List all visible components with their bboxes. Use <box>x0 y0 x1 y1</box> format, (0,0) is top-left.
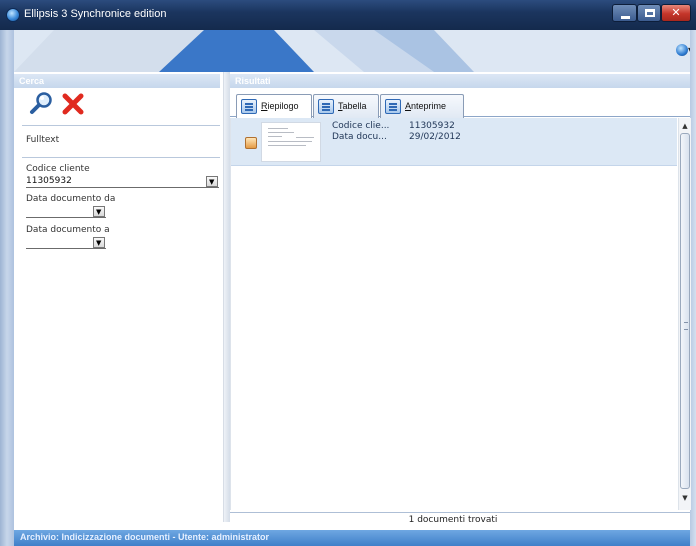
separator <box>22 125 220 126</box>
field-key: Codice clie... <box>332 121 390 131</box>
title-bar[interactable]: Ellipsis 3 Synchronice edition ✕ <box>0 0 696 30</box>
document-type-icon <box>245 137 257 149</box>
user-menu-button[interactable]: ▾ <box>676 43 690 59</box>
minimize-button[interactable] <box>612 4 637 22</box>
results-list[interactable]: Codice clie... 11305932 Data docu... 29/… <box>230 118 691 510</box>
chevron-down-icon: ▼ <box>96 208 102 216</box>
tab-tabella[interactable]: Tabella <box>313 94 379 118</box>
document-thumbnail[interactable] <box>261 122 321 162</box>
field-value: 11305932 <box>409 121 455 131</box>
data-a-picker[interactable]: ▼ <box>26 237 106 249</box>
results-panel: Risultati Riepilogo Tabella Anteprime Co… <box>230 72 691 526</box>
data-a-dropdown-button[interactable]: ▼ <box>93 237 105 248</box>
data-da-dropdown-button[interactable]: ▼ <box>93 206 105 217</box>
preview-icon <box>385 99 401 114</box>
chevron-down-icon: ▼ <box>96 239 102 247</box>
codice-cliente-value: 11305932 <box>26 176 72 186</box>
results-count: 1 documenti trovati <box>408 515 498 525</box>
chevron-down-icon: ▼ <box>209 178 215 186</box>
window-title: Ellipsis 3 Synchronice edition <box>24 8 167 20</box>
summary-icon <box>241 99 257 114</box>
app-status-bar: Archivio: Indicizzazione documenti - Ute… <box>14 530 690 546</box>
app-window: Ellipsis 3 Synchronice edition ✕ ▾ Cerca <box>0 0 696 546</box>
header-banner: ▾ <box>14 30 690 72</box>
magnifier-icon <box>30 92 52 114</box>
list-item[interactable]: Codice clie... 11305932 Data docu... 29/… <box>231 118 677 166</box>
clear-button[interactable] <box>61 92 85 116</box>
fulltext-label: Fulltext <box>26 135 60 145</box>
scroll-thumb[interactable] <box>680 133 690 489</box>
codice-cliente-combo[interactable]: 11305932 ▼ <box>26 176 219 188</box>
window-frame-left <box>0 30 14 546</box>
results-panel-header: Risultati <box>230 74 690 88</box>
red-x-icon <box>62 93 84 115</box>
tab-anteprime[interactable]: Anteprime <box>380 94 464 118</box>
data-da-label: Data documento da <box>26 194 116 204</box>
tab-riepilogo[interactable]: Riepilogo <box>236 94 312 119</box>
tab-label: Riepilogo <box>261 101 299 111</box>
app-status-text: Archivio: Indicizzazione documenti - Ute… <box>20 532 270 542</box>
field-key: Data docu... <box>332 132 387 142</box>
tab-label: Tabella <box>338 101 367 111</box>
data-a-label: Data documento a <box>26 225 110 235</box>
table-icon <box>318 99 334 114</box>
scroll-up-arrow-icon[interactable]: ▲ <box>680 120 690 132</box>
codice-cliente-dropdown-button[interactable]: ▼ <box>206 176 218 187</box>
grip-icon <box>684 322 688 330</box>
scroll-down-arrow-icon[interactable]: ▼ <box>680 492 690 504</box>
results-status-bar: 1 documenti trovati <box>230 512 690 526</box>
chevron-down-icon: ▾ <box>688 45 690 54</box>
field-value: 29/02/2012 <box>409 132 461 142</box>
maximize-button[interactable] <box>637 4 661 22</box>
banner-graphic <box>14 30 474 72</box>
codice-cliente-label: Codice cliente <box>26 164 90 174</box>
search-panel: Cerca Fulltext Codice cliente 11305932 ▼… <box>14 72 224 522</box>
maximize-icon <box>645 9 655 17</box>
app-logo-icon[interactable] <box>6 8 20 22</box>
fulltext-input[interactable] <box>22 157 220 158</box>
close-icon: ✕ <box>671 6 681 19</box>
close-button[interactable]: ✕ <box>661 4 691 22</box>
minimize-icon <box>621 16 630 19</box>
vertical-scrollbar[interactable]: ▲ ▼ <box>678 118 691 510</box>
search-panel-header: Cerca <box>14 74 220 88</box>
search-button[interactable] <box>28 92 54 116</box>
tab-label: Anteprime <box>405 101 447 111</box>
globe-icon <box>676 44 688 56</box>
results-tabs: Riepilogo Tabella Anteprime <box>230 90 690 119</box>
data-da-picker[interactable]: ▼ <box>26 206 106 218</box>
